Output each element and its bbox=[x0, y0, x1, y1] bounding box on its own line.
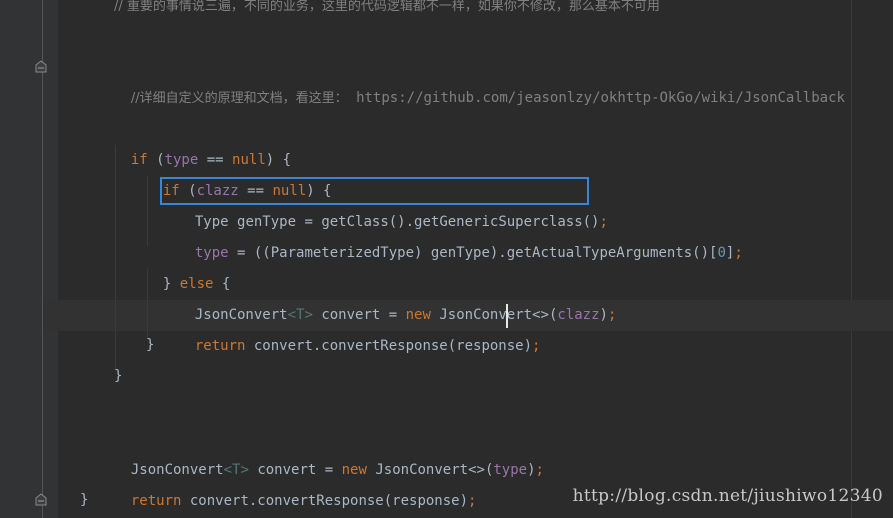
code-line-close-brace: } bbox=[146, 337, 155, 353]
watermark-text: http://blog.csdn.net/jiushiwo12340 bbox=[572, 486, 883, 506]
code-line-close-brace: } bbox=[80, 492, 89, 508]
expression: = ((ParameterizedType) genType).getActua… bbox=[237, 245, 710, 261]
keyword-return: return bbox=[194, 338, 246, 354]
semicolon: ; bbox=[607, 307, 617, 323]
field-type: type bbox=[493, 462, 528, 478]
code-line-type-assign: type = ((ParameterizedType) genType).get… bbox=[178, 207, 743, 261]
code-line-if-type: if (type == null) { bbox=[114, 114, 291, 168]
fold-marker-icon[interactable] bbox=[35, 60, 47, 73]
right-margin-guide bbox=[851, 0, 852, 518]
editor-gutter bbox=[0, 0, 58, 518]
code-line-close-brace: } bbox=[114, 368, 123, 384]
fold-marker-icon[interactable] bbox=[35, 493, 47, 506]
gutter-separator bbox=[42, 0, 43, 518]
highlight-box bbox=[160, 177, 589, 205]
text-cursor bbox=[506, 304, 508, 328]
code-line-jsonconvert-type: JsonConvert<T> convert = new JsonConvert… bbox=[114, 424, 544, 478]
code-line-return-outer: return convert.convertResponse(response)… bbox=[114, 455, 477, 509]
semicolon: ; bbox=[532, 338, 541, 354]
keyword-return: return bbox=[130, 493, 182, 509]
doc-comment-text: //详细自定义的原理和文档，看这里： bbox=[130, 91, 348, 106]
field-clazz: clazz bbox=[557, 307, 600, 323]
semicolon: ; bbox=[468, 493, 477, 509]
code-line-else: } else { bbox=[146, 238, 230, 292]
indent-guide bbox=[115, 145, 116, 370]
doc-comment-url[interactable]: https://github.com/jeasonlzy/okhttp-OkGo… bbox=[356, 90, 845, 106]
paren: ) bbox=[599, 307, 608, 323]
semicolon: ; bbox=[734, 245, 743, 261]
code-line-if-clazz: if (clazz == null) { bbox=[146, 145, 332, 199]
number-literal: 0 bbox=[717, 245, 726, 261]
expression: convert.convertResponse(response) bbox=[253, 338, 533, 354]
code-line-return-inner: return convert.convertResponse(response)… bbox=[178, 300, 541, 354]
expression: convert.convertResponse(response) bbox=[189, 493, 469, 509]
code-line-jsonconvert-clazz: JsonConvert<T> convert = new JsonConvert… bbox=[178, 269, 617, 323]
code-line-comment: // 重要的事情说三遍，不同的业务，这里的代码逻辑都不一样，如果你不修改，那么基… bbox=[114, 0, 660, 14]
paren: ) bbox=[527, 462, 536, 478]
semicolon: ; bbox=[535, 462, 544, 478]
code-line-doc-comment: //详细自定义的原理和文档，看这里： https://github.com/je… bbox=[114, 52, 845, 106]
